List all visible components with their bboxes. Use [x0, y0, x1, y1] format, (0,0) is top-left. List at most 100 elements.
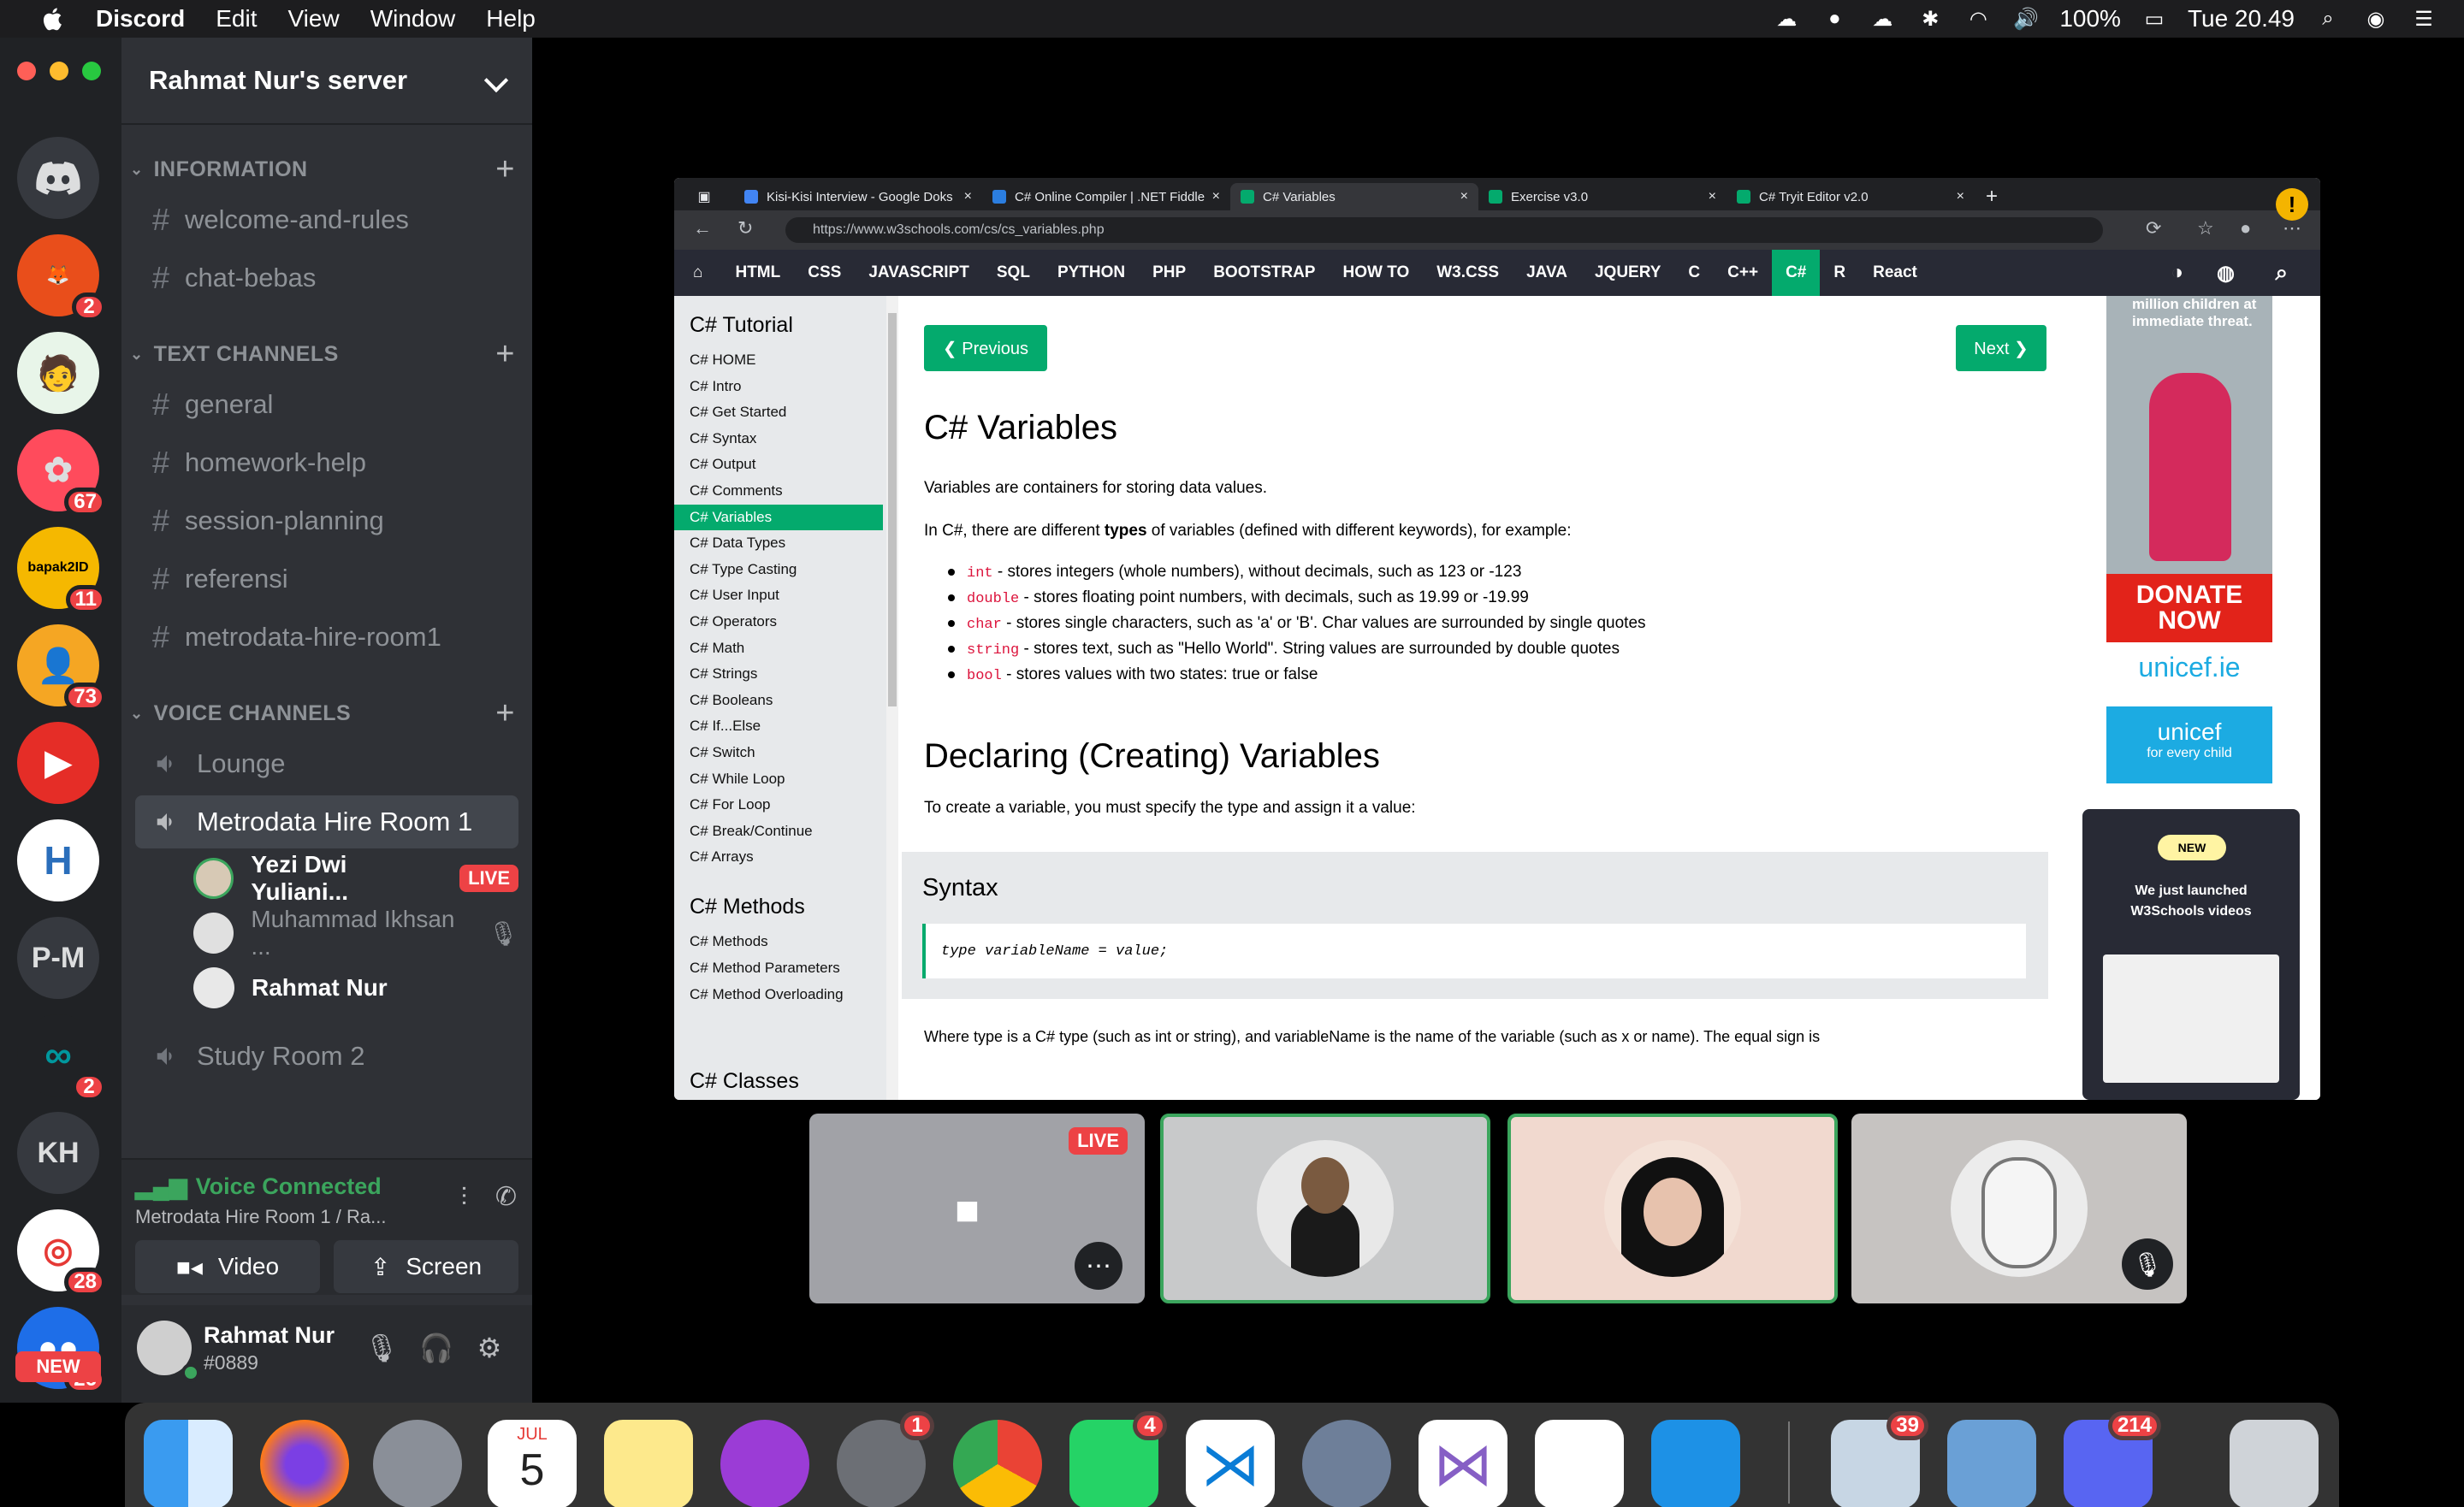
focus-icon[interactable]: ● [1820, 7, 1849, 31]
server-icon-youtube[interactable]: ▶ [17, 722, 99, 804]
tutorial-link[interactable]: C# Method Parameters [674, 955, 883, 981]
apple-icon[interactable] [33, 6, 72, 32]
scrollbar-thumb[interactable] [888, 313, 897, 706]
add-channel-icon[interactable]: + [495, 151, 515, 188]
notes-icon[interactable] [604, 1420, 693, 1507]
more-options-icon[interactable]: ⋯ [1075, 1242, 1122, 1290]
server-icon-fox[interactable]: 🦊 2 [17, 234, 106, 322]
profile-icon[interactable]: ● [2240, 217, 2251, 239]
video-button[interactable]: ■◂ Video [135, 1240, 320, 1293]
tutorial-link[interactable]: C# Data Types [674, 530, 883, 556]
category-information[interactable]: ⌄ INFORMATION + [130, 151, 515, 187]
favorites-icon[interactable]: ☆ [2197, 217, 2214, 239]
voice-channel-study-room-2[interactable]: Study Room 2 [135, 1030, 518, 1083]
tutorial-link[interactable]: C# While Loop [674, 766, 883, 792]
nav-python[interactable]: PYTHON [1044, 250, 1139, 296]
server-icon-person[interactable]: 👤 73 [17, 624, 106, 712]
nav-w3css[interactable]: W3.CSS [1423, 250, 1513, 296]
nav-cpp[interactable]: C++ [1714, 250, 1772, 296]
azure-data-studio-icon[interactable] [1535, 1420, 1624, 1507]
browser-tab[interactable]: C# Online Compiler | .NET Fiddle × [982, 183, 1230, 210]
channel-general[interactable]: # general [135, 378, 518, 431]
gear-icon[interactable]: ⚙ [472, 1331, 506, 1365]
vscode-icon[interactable]: ⋊ [1186, 1420, 1275, 1507]
browser-tab[interactable]: C# Tryit Editor v2.0 × [1727, 183, 1975, 210]
tutorial-link[interactable]: C# Get Started [674, 399, 883, 425]
category-text-channels[interactable]: ⌄ TEXT CHANNELS + [130, 336, 515, 372]
add-channel-icon[interactable]: + [495, 695, 515, 732]
volume-icon[interactable]: 🔊 [2011, 7, 2040, 31]
nav-c[interactable]: C [1674, 250, 1714, 296]
server-icon-red-logo[interactable]: ◎ 28 [17, 1209, 106, 1297]
nav-r[interactable]: R [1820, 250, 1859, 296]
microphone-icon[interactable]: 🎙 [364, 1331, 400, 1365]
nav-sql[interactable]: SQL [983, 250, 1044, 296]
category-voice-channels[interactable]: ⌄ VOICE CHANNELS + [130, 695, 515, 731]
launchpad-icon[interactable] [373, 1420, 462, 1507]
channel-homework-help[interactable]: # homework-help [135, 436, 518, 489]
channel-chat-bebas[interactable]: # chat-bebas [135, 251, 518, 304]
channel-referensi[interactable]: # referensi [135, 553, 518, 606]
browser-tab[interactable]: Exercise v3.0 × [1478, 183, 1727, 210]
firefox-icon[interactable] [260, 1420, 349, 1507]
close-icon[interactable]: × [964, 189, 972, 204]
bluetooth-icon[interactable]: ✱ [1916, 7, 1945, 31]
screen-share-button[interactable]: ⇪ Screen [334, 1240, 518, 1293]
dark-mode-icon[interactable]: ◑ [2171, 261, 2184, 285]
voice-user-yezi[interactable]: Yezi Dwi Yuliani... LIVE [193, 851, 518, 905]
system-preferences-icon[interactable]: 1 [837, 1411, 934, 1507]
whatsapp-icon[interactable]: 4 [1069, 1411, 1167, 1507]
settings-gear-app-icon[interactable] [1302, 1420, 1391, 1507]
tutorial-link[interactable]: C# Type Casting [674, 557, 883, 582]
voice-user-muhammad[interactable]: Muhammad Ikhsan ... 🎙 [193, 906, 518, 960]
weather-icon[interactable]: ☁ [1772, 7, 1801, 31]
previous-button[interactable]: ❮ Previous [924, 325, 1047, 371]
server-icon-illustration[interactable]: 🧑 [17, 332, 99, 414]
tutorial-link[interactable]: C# Break/Continue [674, 819, 883, 844]
server-icon-h[interactable]: H [17, 819, 99, 901]
app-menu-discord[interactable]: Discord [96, 5, 185, 33]
preview-icon[interactable] [1947, 1420, 2036, 1507]
server-icon-colorful[interactable]: ✿ 67 [17, 429, 106, 517]
next-button[interactable]: Next ❯ [1956, 325, 2046, 371]
server-icon-arduino[interactable]: ∞ 2 [17, 1014, 106, 1102]
tutorial-link[interactable]: C# If...Else [674, 713, 883, 739]
tutorial-link[interactable]: C# Variables [674, 504, 883, 530]
finder-icon[interactable] [144, 1420, 233, 1507]
tutorial-link[interactable]: C# For Loop [674, 792, 883, 818]
home-icon[interactable]: ⌂ [674, 250, 721, 296]
close-icon[interactable]: × [1212, 189, 1220, 204]
alert-icon[interactable]: ! [2276, 188, 2308, 221]
control-center-icon[interactable]: ☰ [2409, 7, 2438, 31]
tutorial-link[interactable]: C# Syntax [674, 426, 883, 452]
disconnect-icon[interactable]: ✆ [495, 1182, 517, 1212]
visual-studio-icon[interactable]: ⋈ [1419, 1420, 1507, 1507]
channel-welcome-and-rules[interactable]: # welcome-and-rules [135, 193, 518, 246]
tutorial-link[interactable]: C# Strings [674, 661, 883, 687]
server-icon-bapak2id[interactable]: bapak2ID 11 [17, 527, 106, 614]
docker-icon[interactable] [1651, 1420, 1740, 1507]
spotlight-icon[interactable]: ⌕ [2313, 7, 2343, 31]
voice-user-rahmat[interactable]: Rahmat Nur [193, 965, 518, 1011]
calendar-icon[interactable]: JUL 5 [488, 1420, 577, 1507]
wifi-icon[interactable]: ◠ [1964, 7, 1993, 31]
refresh-icon[interactable]: ↻ [737, 217, 753, 239]
participant-tile-muhammad[interactable]: 🎙 [1851, 1114, 2187, 1303]
zoom-window-button[interactable] [82, 62, 101, 80]
headphones-icon[interactable]: 🎧 [419, 1331, 453, 1365]
tutorial-link[interactable]: C# Output [674, 452, 883, 477]
tab-actions-icon[interactable]: ▣ [674, 183, 734, 210]
nav-html[interactable]: HTML [721, 250, 794, 296]
tutorial-link[interactable]: C# User Input [674, 582, 883, 608]
new-tab-icon[interactable]: + [1975, 183, 2009, 210]
menu-help[interactable]: Help [486, 5, 536, 33]
tutorial-link[interactable]: C# Switch [674, 740, 883, 765]
add-channel-icon[interactable]: + [495, 336, 515, 373]
server-icon-pm[interactable]: P-M [17, 917, 99, 999]
tutorial-link[interactable]: C# Booleans [674, 688, 883, 713]
tutorial-link[interactable]: C# Methods [674, 929, 883, 954]
tutorial-link[interactable]: C# Math [674, 635, 883, 661]
globe-icon[interactable]: ◍ [2217, 261, 2235, 286]
battery-icon[interactable]: ▭ [2140, 7, 2169, 31]
channel-metrodata-hire-room1[interactable]: # metrodata-hire-room1 [135, 611, 518, 664]
